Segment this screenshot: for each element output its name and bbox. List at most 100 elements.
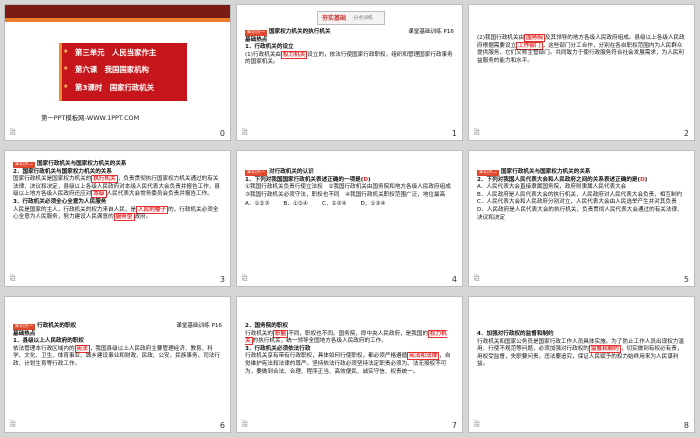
slide-thumbnail-2[interactable]: (2)我国行政机关由 国务院 及其领导的地方各级人民政府组成。县级以上各级人民政府根… bbox=[469, 5, 694, 140]
question-text: 2．下列对我国人民代表大会和人民政府之间的关系表述正确的是( bbox=[477, 176, 641, 183]
reference-text: 课堂基础训练 P16 bbox=[408, 29, 454, 35]
question-end: ) bbox=[367, 176, 371, 183]
slide-number: 6 bbox=[219, 421, 225, 430]
footer-icon: 治 bbox=[473, 420, 480, 428]
option-c: C．人民代表大会和人民政府分别对立，人民代表大会由人民选举产生并对其负责 bbox=[477, 199, 677, 206]
slide-footer: 治 3 bbox=[5, 272, 230, 286]
point-title: 国家权力机关的执行机关 bbox=[269, 29, 331, 35]
banner-title: 夯实基础 bbox=[322, 15, 347, 22]
point-title: 国家行政机关与国家权力机关的关系 bbox=[37, 161, 127, 167]
body-text: 依法管理本行政区域内的 bbox=[13, 345, 75, 352]
slide-number: 7 bbox=[451, 421, 457, 430]
point-tag: 知识点一 bbox=[245, 30, 267, 36]
choice-d: D．①③④ bbox=[360, 201, 386, 208]
answer-box: 监督和制约 bbox=[588, 345, 621, 354]
answer-box: 执行机关 bbox=[91, 175, 118, 184]
slide-content: 4．加强对行政权的监督和制约 行政机关和国家公务员是国家行政工作人员具体实施。为… bbox=[477, 331, 686, 369]
slide-content: (2)我国行政机关由 国务院 及其领导的地方各级人民政府组成。县级以上各级人民政府根… bbox=[477, 34, 686, 65]
point-tag: 知识点一 bbox=[245, 170, 267, 176]
question-heading: 1．县级以上人民政府的职权 bbox=[13, 338, 85, 345]
slide-number: 4 bbox=[451, 275, 457, 284]
footer-icon: 治 bbox=[9, 420, 16, 428]
point-title: 行政机关的职权 bbox=[37, 323, 77, 329]
slide-content: 知识点一 行政机关的职权 课堂基础训练 P16 基础热点 1．县级以上人民政府的职权… bbox=[13, 323, 222, 369]
slide-number: 5 bbox=[683, 275, 689, 284]
answer-box: 权力机关 bbox=[280, 50, 308, 59]
choice-a: A．①②③ bbox=[245, 201, 270, 208]
body-text: 的执行机关，统一领导全国地方各级人民政府的工作。 bbox=[252, 338, 387, 345]
slide-thumbnail-7[interactable]: 2．国务院的职权 行政机关的 职能 不同，职权也不同。国务院，即中央人民政府，是我国… bbox=[237, 297, 462, 432]
question-heading: 4．加强对行政权的监督和制约 bbox=[477, 331, 554, 337]
footer-icon: 治 bbox=[9, 128, 16, 136]
reference-text: 课堂基础训练 P16 bbox=[176, 323, 222, 329]
slide-thumbnail-1[interactable]: 夯实基础 ·分点训练 知识点一 国家权力机关的执行机关 课堂基础训练 P16 基础热… bbox=[237, 5, 462, 140]
answer-box: 工作部门 bbox=[516, 41, 543, 50]
banner-box: 夯实基础 ·分点训练 bbox=[317, 11, 385, 25]
answer-box: 人民的楼子 bbox=[136, 205, 169, 214]
choice-c: C．②③④ bbox=[321, 201, 347, 208]
point-title: 国家行政机关与国家权力机关的关系 bbox=[501, 169, 591, 175]
slide-content: 知识点一 对行政机关的认识 1．下列对我国国家行政机关表述正确的一项是(D) ①我… bbox=[245, 169, 457, 209]
answer-box: 服务型 bbox=[113, 213, 135, 222]
slide-number: 1 bbox=[451, 129, 457, 138]
slide-content: 2．国务院的职权 行政机关的 职能 不同，职权也不同。国务院，即中央人民政府，是我国… bbox=[245, 323, 454, 376]
footer-icon: 治 bbox=[473, 274, 480, 282]
body-text: 不同，职权也不同。国务院，即中央人民政府，是我国的 bbox=[288, 330, 429, 337]
slide-header-accent bbox=[5, 18, 230, 22]
slide-footer: 治 6 bbox=[5, 418, 230, 432]
option-d: D．人民政府是人民代表大会的执行机关，负责贯彻人民代表大会通过的有关法律、决议和… bbox=[477, 206, 683, 221]
footer-icon: 治 bbox=[241, 128, 248, 136]
slide-number: 2 bbox=[683, 129, 689, 138]
slide-thumbnail-0[interactable]: ★ ★ ★ 第三单元 人民当家作主 第六课 我国国家机构 第3课时 国家行政机关… bbox=[5, 5, 230, 140]
slide-content: 知识点二 国家行政机关与国家权力机关的关系 2．国家行政机关与国家权力机关的关系 … bbox=[13, 161, 222, 222]
point-tag: 知识点一 bbox=[13, 324, 35, 330]
banner-subtitle: ·分点训练 bbox=[352, 16, 373, 21]
slide-thumbnail-4[interactable]: 知识点一 对行政机关的认识 1．下列对我国国家行政机关表述正确的一项是(D) ①我… bbox=[237, 151, 462, 286]
answer-box: 宪法和法律 bbox=[407, 352, 440, 361]
point-tag: 知识点二 bbox=[477, 170, 499, 176]
body-text: (2)我国行政机关由 bbox=[477, 35, 525, 41]
slide-content: 知识点一 国家权力机关的执行机关 课堂基础训练 P16 基础热点 1．行政机关的设立… bbox=[245, 29, 454, 67]
slide-thumbnail-5[interactable]: 知识点二 国家行政机关与国家权力机关的关系 2．下列对我国人民代表大会和人民政府之… bbox=[469, 151, 694, 286]
question-heading: 1．行政机关的设立 bbox=[245, 44, 294, 51]
bullet-star-icon: ★ bbox=[63, 83, 69, 90]
answer-box: 本级 bbox=[91, 190, 107, 199]
question-heading: 3．行政机关必须全心全意为人民服务 bbox=[13, 198, 107, 205]
slide-thumbnail-3[interactable]: 知识点二 国家行政机关与国家权力机关的关系 2．国家行政机关与国家权力机关的关系 … bbox=[5, 151, 230, 286]
slide-footer: 治 0 bbox=[5, 126, 230, 140]
answer-box: 国务院 bbox=[524, 34, 545, 42]
statement-list: ①我国行政机关负责行使立法权 ②我国行政机关由国务院和地方各级人民政府组成 ③我… bbox=[245, 184, 457, 198]
footer-icon: 治 bbox=[241, 274, 248, 282]
slide-number: 0 bbox=[219, 129, 225, 138]
body-text: 政府。 bbox=[134, 214, 152, 221]
question-end: ) bbox=[644, 176, 648, 183]
answer-box: 宪法 bbox=[74, 344, 90, 353]
choice-b: B．①②④ bbox=[283, 201, 308, 208]
point-tag: 知识点二 bbox=[13, 162, 35, 168]
footer-icon: 治 bbox=[473, 128, 480, 136]
website-text: 第一PPT模板网-WWW.1PPT.COM bbox=[41, 114, 140, 122]
slide-thumbnail-8[interactable]: 4．加强对行政权的监督和制约 行政机关和国家公务员是国家行政工作人员具体实施。为… bbox=[469, 297, 694, 432]
slide-content: 知识点二 国家行政机关与国家权力机关的关系 2．下列对我国人民代表大会和人民政府之… bbox=[477, 169, 686, 222]
body-text: (1)行政机关由 bbox=[245, 51, 281, 58]
bullet-star-icon: ★ bbox=[63, 65, 69, 72]
slide-number: 3 bbox=[219, 275, 225, 284]
slide-footer: 治 7 bbox=[237, 418, 462, 432]
slide-header-bar bbox=[5, 5, 230, 18]
slide-footer: 治 1 bbox=[237, 126, 462, 140]
slide-footer: 治 8 bbox=[469, 418, 694, 432]
slide-thumbnail-6[interactable]: 知识点一 行政机关的职权 课堂基础训练 P16 基础热点 1．县级以上人民政府的职权… bbox=[5, 297, 230, 432]
point-title: 对行政机关的认识 bbox=[269, 169, 314, 175]
body-text: 人民代表大会常务委员会负责并报告工作。 bbox=[106, 191, 213, 198]
bullet-star-icon: ★ bbox=[63, 48, 69, 55]
lesson-title: 第3课时 国家行政机关 bbox=[75, 83, 155, 92]
slide-footer: 治 4 bbox=[237, 272, 462, 286]
slide-footer: 治 5 bbox=[469, 272, 694, 286]
answer-box: 职能 bbox=[272, 329, 289, 338]
body-text: 行政机关的 bbox=[245, 330, 273, 337]
question-text: 1．下列对我国国家行政机关表述正确的一项是( bbox=[245, 176, 364, 183]
slide-footer: 治 2 bbox=[469, 126, 694, 140]
unit-title: 第三单元 人民当家作主 bbox=[75, 48, 157, 57]
body-text: 行政机关享有带有行政职权，具体如何行使职权，都必须严格遵循 bbox=[245, 353, 408, 360]
footer-icon: 治 bbox=[241, 420, 248, 428]
